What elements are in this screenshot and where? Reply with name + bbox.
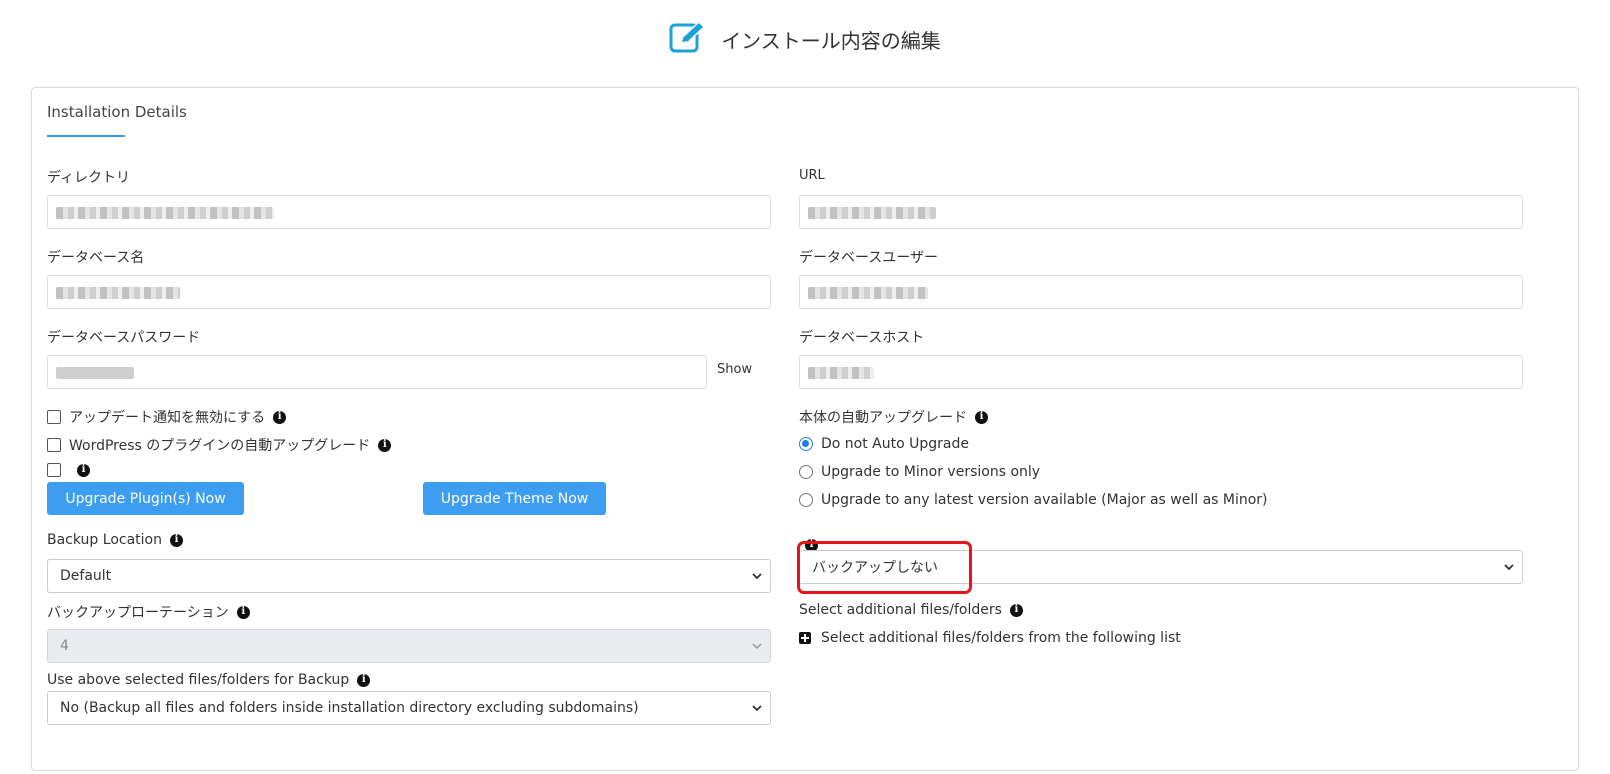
db-password-label: データベースパスワード [47,330,201,346]
db-name-input[interactable] [47,275,771,309]
upgrade-theme-button[interactable]: Upgrade Theme Now [423,482,606,515]
info-icon[interactable]: i [77,463,90,477]
chevron-down-icon [1504,564,1514,571]
redacted-value [56,367,134,379]
backup-location-value: Default [60,568,112,584]
additional-files-link[interactable]: Select additional files/folders from the… [821,630,1181,646]
use-selected-label: Use above selected files/folders for Bac… [47,672,350,688]
disable-update-notify-label: アップデート通知を無効にする [69,410,266,426]
additional-files-label: Select additional files/folders [799,602,1002,618]
db-name-label: データベース名 [47,250,145,266]
upgrade-plugins-button[interactable]: Upgrade Plugin(s) Now [47,482,244,515]
url-label: URL [799,168,825,183]
no-auto-upgrade-label: Do not Auto Upgrade [821,436,969,452]
backup-location-select[interactable]: Default [47,559,771,593]
backup-rotation-label-row: バックアップローテーション i [47,602,250,622]
backup-rotation-value: 4 [60,638,69,654]
db-host-label: データベースホスト [799,330,925,346]
info-icon[interactable]: i [975,410,988,424]
info-icon[interactable]: i [1009,603,1023,617]
backup-location-label-row: Backup Location i [47,532,183,548]
directory-input[interactable] [47,195,771,229]
info-icon[interactable]: i [236,605,250,619]
checkbox-row-plugin-auto-upgrade: WordPress のプラグインの自動アップグレード i [47,435,392,455]
checkbox-row-disable-notify: アップデート通知を無効にする i [47,407,287,427]
chevron-down-icon [752,705,762,712]
backup-location-label: Backup Location [47,532,162,548]
info-icon[interactable]: i [357,673,371,687]
use-selected-select[interactable]: No (Backup all files and folders inside … [47,691,771,725]
db-user-input[interactable] [799,275,1523,309]
auto-upgrade-label: 本体の自動アップグレード [799,410,967,426]
info-icon[interactable]: i [273,410,287,424]
redacted-value [808,207,936,219]
use-selected-value: No (Backup all files and folders inside … [60,700,639,716]
plugin-auto-upgrade-checkbox[interactable] [47,438,61,452]
page-title: インストール内容の編集 [721,28,941,53]
additional-files-toggle[interactable]: Select additional files/folders from the… [799,630,1181,646]
plugin-auto-upgrade-label: WordPress のプラグインの自動アップグレード [69,438,371,454]
radio-option-minor-upgrade[interactable]: Upgrade to Minor versions only [799,464,1040,480]
use-selected-label-row: Use above selected files/folders for Bac… [47,672,371,688]
db-password-input[interactable] [47,355,707,389]
minor-upgrade-label: Upgrade to Minor versions only [821,464,1041,480]
edit-icon [669,20,707,58]
minor-upgrade-radio[interactable] [799,465,813,479]
disable-update-notify-checkbox[interactable] [47,410,61,424]
backup-rotation-label: バックアップローテーション [47,605,229,621]
additional-files-label-row: Select additional files/folders i [799,602,1023,618]
chevron-down-icon [752,573,762,580]
db-user-label: データベースユーザー [799,250,939,266]
radio-option-no-auto-upgrade[interactable]: Do not Auto Upgrade [799,436,969,452]
radio-option-latest-upgrade[interactable]: Upgrade to any latest version available … [799,492,1268,508]
page-header: インストール内容の編集 [0,18,1610,60]
info-icon[interactable]: i [378,438,392,452]
redacted-value [808,287,928,299]
plus-square-icon[interactable] [799,632,811,644]
tab-active-indicator [47,135,125,137]
installation-panel [31,87,1579,771]
url-input[interactable] [799,195,1523,229]
checkbox-row-theme-auto-upgrade: i [47,463,90,477]
latest-upgrade-label: Upgrade to any latest version available … [821,492,1268,508]
redacted-value [56,207,274,219]
highlight-box [797,541,972,594]
latest-upgrade-radio[interactable] [799,493,813,507]
auto-upgrade-label-row: 本体の自動アップグレード i [799,407,988,427]
show-password-link[interactable]: Show [717,362,752,377]
theme-auto-upgrade-checkbox[interactable] [47,463,61,477]
no-auto-upgrade-radio[interactable] [799,437,813,451]
tab-installation-details[interactable]: Installation Details [47,103,187,121]
chevron-down-icon [752,643,762,650]
redacted-value [808,367,874,379]
db-host-input[interactable] [799,355,1523,389]
backup-rotation-select: 4 [47,629,771,663]
redacted-value [56,287,180,299]
directory-label: ディレクトリ [47,170,131,186]
info-icon[interactable]: i [169,533,183,547]
